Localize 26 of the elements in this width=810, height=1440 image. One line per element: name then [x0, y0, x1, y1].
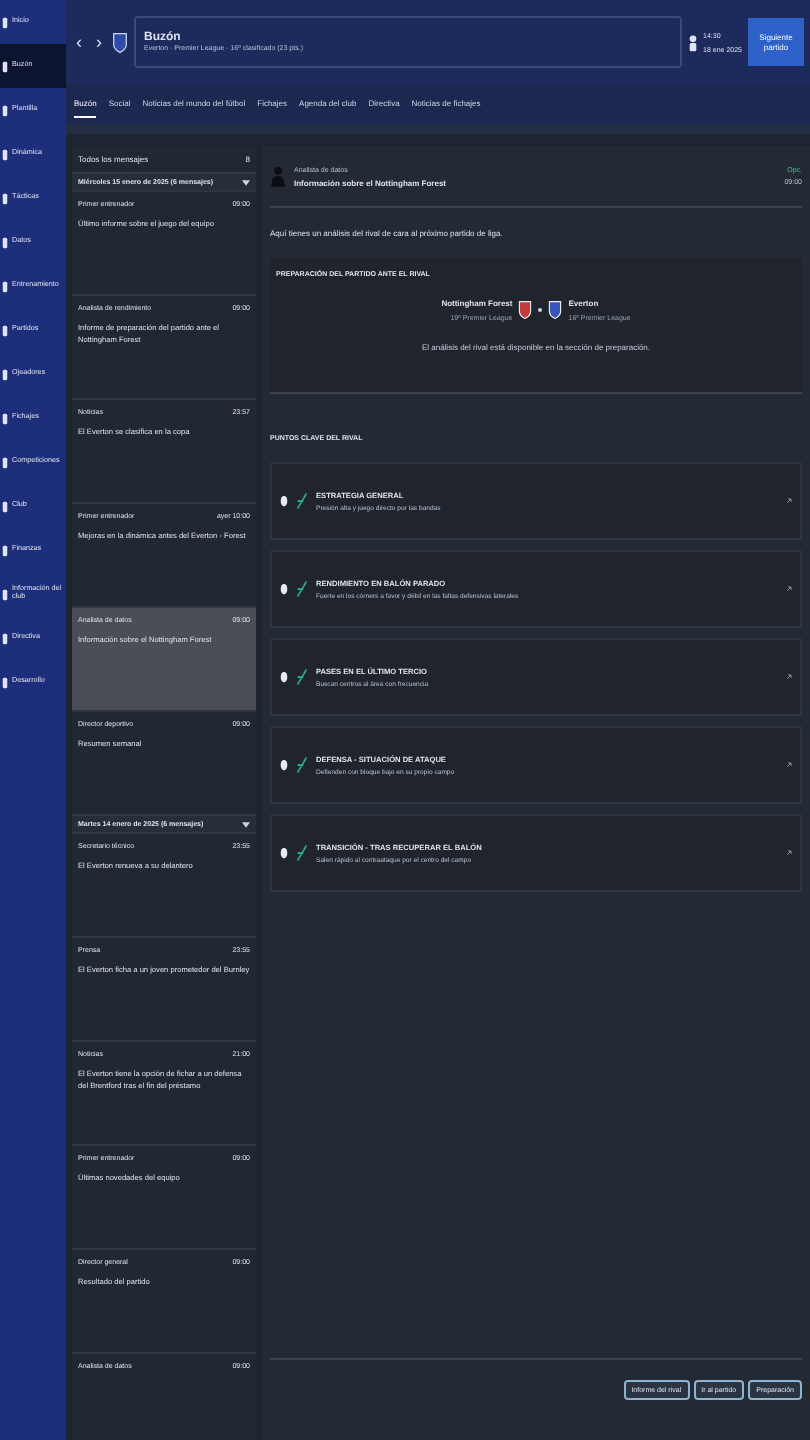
menu-item-icon — [2, 15, 8, 29]
external-link-icon — [786, 674, 792, 680]
menu-item-icon — [2, 455, 8, 469]
external-link-icon — [786, 850, 792, 856]
menu-item-icon — [2, 499, 8, 513]
menu-item-icon — [2, 631, 8, 645]
menu-item-icon — [2, 543, 8, 557]
menu-item-icon — [2, 103, 8, 117]
external-link-icon — [786, 586, 792, 592]
menu-item-icon — [2, 367, 8, 381]
menu-item-icon — [2, 59, 8, 73]
menu-item-icon — [2, 675, 8, 689]
back-button[interactable]: ‹ — [72, 32, 86, 52]
menu-item-icon — [2, 587, 8, 601]
menu-item-icon — [2, 279, 8, 293]
menu-item-icon — [2, 147, 8, 161]
menu-item-icon — [2, 323, 8, 337]
menu-item-icon — [2, 235, 8, 249]
menu-item-icon — [2, 191, 8, 205]
external-link-icon — [786, 762, 792, 768]
person-icon — [270, 164, 286, 188]
menu-item-icon — [2, 411, 8, 425]
club-crest-icon — [112, 31, 128, 53]
person-icon[interactable] — [687, 33, 698, 51]
external-link-icon — [786, 498, 792, 504]
forward-button[interactable]: › — [92, 32, 106, 52]
